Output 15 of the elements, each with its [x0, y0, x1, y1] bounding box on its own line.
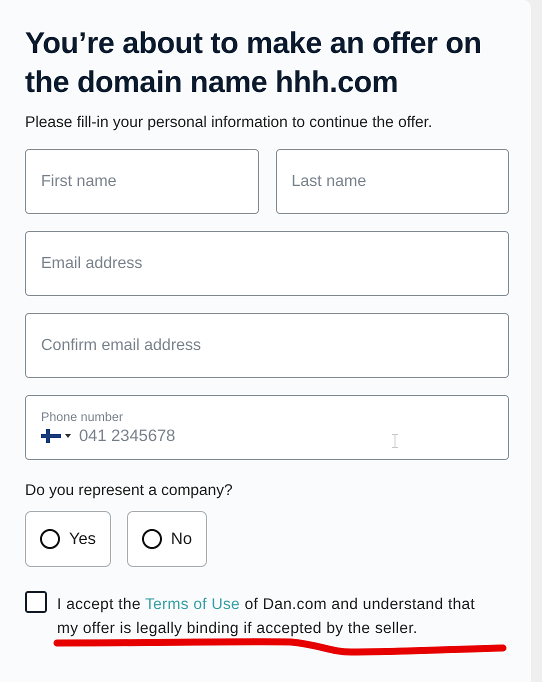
form-subtitle: Please fill-in your personal information to continue the offer. [25, 114, 434, 132]
text-cursor-icon [392, 434, 398, 448]
text-input-field[interactable]: First name [25, 149, 258, 214]
country-flag-dropdown-icon[interactable] [41, 429, 71, 443]
text-input-field[interactable]: Email address [25, 231, 509, 296]
field-label: Phone number [41, 410, 124, 424]
radio-option[interactable]: Yes [25, 511, 111, 567]
phone-input-field[interactable]: Phone number 041 2345678 [25, 395, 509, 460]
form-heading: You’re about to make an offer on the domain name hhh.com [25, 26, 483, 101]
company-question: Do you represent a company? [25, 482, 234, 500]
radio-option[interactable]: No [126, 511, 208, 567]
text-input-field[interactable]: Confirm email address [25, 313, 509, 378]
consent-text: I accept the Terms of Use of Dan.com and understand that my offer is legally binding if accepted by the seller. [57, 595, 476, 639]
checkbox[interactable] [25, 591, 47, 613]
text-input-field[interactable]: Last name [276, 149, 509, 214]
